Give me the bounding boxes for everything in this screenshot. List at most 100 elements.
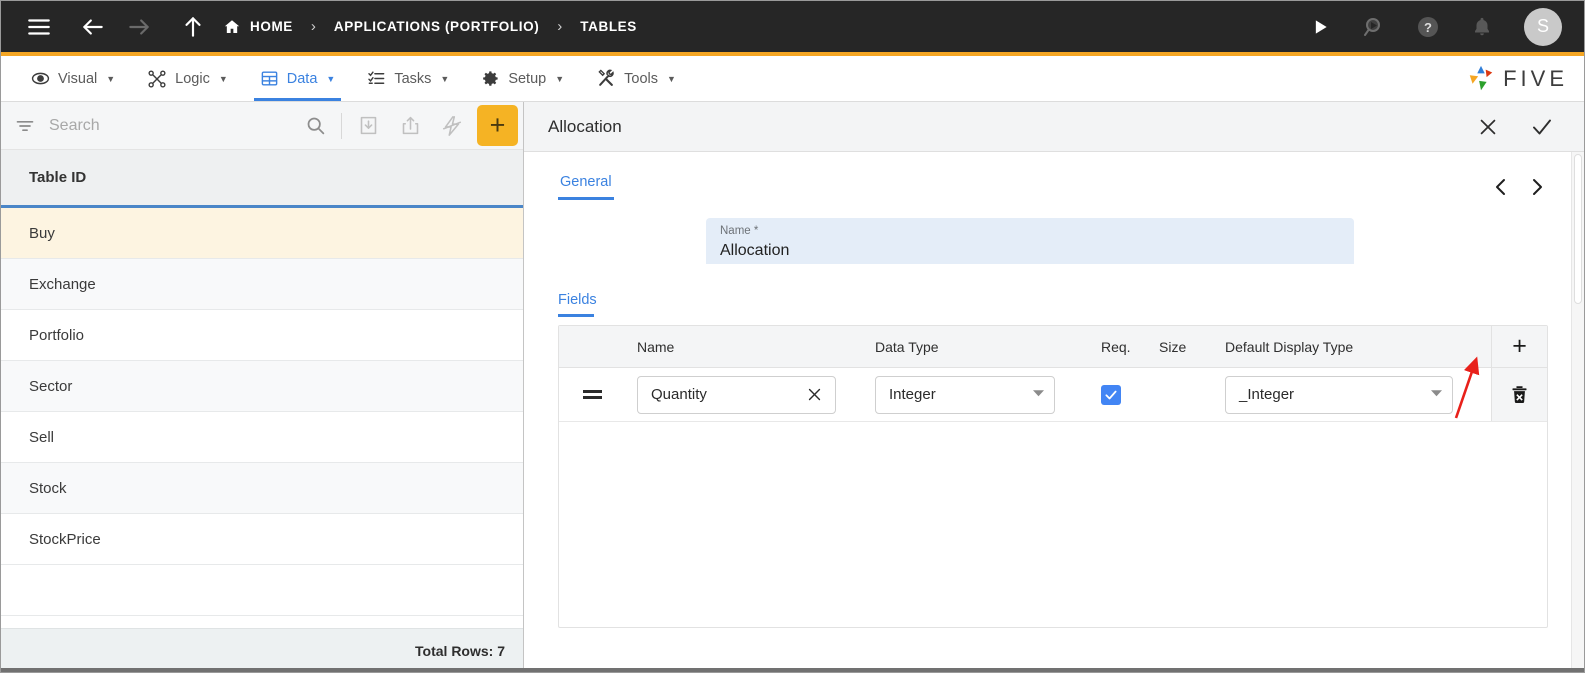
column-header-default-display-type: Default Display Type: [1225, 338, 1354, 355]
user-avatar[interactable]: S: [1524, 7, 1562, 46]
menu-item-logic[interactable]: Logic ▼: [131, 56, 244, 101]
import-icon[interactable]: [347, 105, 389, 147]
menu-item-visual[interactable]: Visual ▼: [15, 56, 131, 101]
total-rows-footer: Total Rows: 7: [1, 628, 523, 672]
menu-label: Logic: [175, 70, 210, 87]
up-arrow-icon[interactable]: [173, 7, 213, 47]
export-icon[interactable]: [389, 105, 431, 147]
close-icon[interactable]: [1468, 107, 1508, 147]
default-display-type-select[interactable]: _Integer: [1225, 375, 1453, 414]
scrollbar-thumb[interactable]: [1574, 154, 1582, 304]
search-icon[interactable]: [294, 105, 336, 147]
search-input[interactable]: [49, 116, 294, 135]
add-table-button[interactable]: +: [477, 105, 518, 146]
main-content: + Table ID Buy Exchange Portfolio Sector…: [1, 102, 1584, 672]
table-row: Quantity Integer _Integer: [559, 368, 1547, 422]
main-menu-bar: Visual ▼ Logic ▼ Data ▼ Tasks ▼ Setup ▼ …: [1, 56, 1584, 102]
menu-label: Tools: [624, 70, 658, 87]
quick-action-icon[interactable]: [431, 105, 473, 147]
search-debug-icon[interactable]: [1354, 7, 1394, 47]
drag-handle-glyph: [582, 390, 602, 399]
notifications-bell-icon[interactable]: [1462, 7, 1502, 47]
breadcrumb-item-tables[interactable]: TABLES: [580, 19, 637, 34]
chevron-down-icon: ▼: [667, 73, 676, 84]
filter-icon[interactable]: [15, 116, 49, 136]
tools-icon: [596, 68, 616, 89]
default-display-type-cell: _Integer: [1213, 375, 1491, 414]
column-header-data-type: Data Type: [875, 338, 939, 355]
clear-icon[interactable]: [802, 386, 827, 403]
chevron-down-icon: [1431, 389, 1442, 400]
five-logo: FIVE: [1466, 64, 1584, 94]
avatar-initial: S: [1536, 16, 1549, 36]
field-name-cell: Quantity: [625, 375, 863, 414]
window-bottom-edge: [1, 668, 1584, 672]
run-icon[interactable]: [1300, 7, 1340, 47]
default-display-type-value: _Integer: [1239, 386, 1295, 403]
chevron-down-icon: ▼: [440, 73, 450, 84]
total-rows-label: Total Rows: 7: [415, 642, 505, 659]
plus-icon: +: [1512, 332, 1527, 360]
help-icon[interactable]: ?: [1408, 7, 1448, 47]
breadcrumb-item-applications[interactable]: APPLICATIONS (PORTFOLIO): [334, 19, 539, 34]
menu-item-tools[interactable]: Tools ▼: [580, 56, 692, 101]
breadcrumb-label: APPLICATIONS (PORTFOLIO): [333, 19, 540, 34]
data-type-cell: Integer: [863, 375, 1091, 414]
hamburger-menu-icon[interactable]: [19, 7, 59, 47]
tables-sidebar: + Table ID Buy Exchange Portfolio Sector…: [1, 102, 524, 672]
brand-name: FIVE: [1503, 65, 1568, 91]
forward-arrow-icon[interactable]: [119, 7, 159, 47]
svg-text:?: ?: [1424, 20, 1432, 35]
table-name: StockPrice: [29, 530, 101, 548]
chevron-right-icon[interactable]: [1526, 176, 1548, 198]
name-field-wrapper: Name * Allocation: [558, 218, 1548, 264]
menu-item-tasks[interactable]: Tasks ▼: [351, 56, 465, 101]
panel-body: General Name * Allocation Fields Name Da…: [524, 152, 1584, 672]
table-name: Exchange: [29, 275, 96, 293]
task-list-icon: [367, 69, 386, 88]
breadcrumb-label: TABLES: [580, 19, 637, 34]
confirm-save-icon[interactable]: [1522, 107, 1562, 147]
field-name-input[interactable]: Quantity: [637, 375, 836, 414]
chevron-left-icon[interactable]: [1490, 176, 1512, 198]
list-item-sell[interactable]: Sell: [1, 412, 523, 463]
fields-table: Name Data Type Req. Size Default Display…: [558, 325, 1548, 628]
list-item-buy[interactable]: Buy: [1, 208, 523, 259]
menu-item-data[interactable]: Data ▼: [244, 56, 352, 101]
application-window: HOME › APPLICATIONS (PORTFOLIO) › TABLES: [0, 0, 1585, 673]
list-item-exchange[interactable]: Exchange: [1, 259, 523, 310]
column-header-name: Name: [637, 338, 675, 355]
delete-icon[interactable]: [1509, 384, 1530, 405]
data-type-select[interactable]: Integer: [875, 375, 1055, 414]
record-navigation: [1490, 174, 1548, 198]
drag-handle-icon[interactable]: [559, 390, 625, 399]
list-item-portfolio[interactable]: Portfolio: [1, 310, 523, 361]
column-header-req: Req.: [1101, 338, 1131, 355]
list-item-stockprice[interactable]: StockPrice: [1, 514, 523, 565]
tab-general[interactable]: General: [558, 174, 614, 200]
fields-label-text: Fields: [558, 292, 597, 308]
chevron-down-icon: ▼: [326, 73, 336, 84]
required-cell: [1091, 384, 1151, 405]
add-field-button[interactable]: +: [1512, 334, 1527, 359]
table-name: Sector: [29, 377, 73, 395]
menubar-spacer: [692, 56, 1466, 101]
name-field[interactable]: Name * Allocation: [706, 218, 1354, 264]
table-column-header[interactable]: Table ID: [1, 150, 523, 208]
panel-header: Allocation: [524, 102, 1584, 152]
panel-tabs: General: [558, 152, 1548, 200]
list-item-empty: [1, 565, 523, 616]
nodes-icon: [147, 69, 167, 89]
list-item-stock[interactable]: Stock: [1, 463, 523, 514]
page-title: Allocation: [548, 116, 622, 136]
panel-scrollbar[interactable]: [1571, 152, 1584, 672]
list-item-sector[interactable]: Sector: [1, 361, 523, 412]
breadcrumb-item-home[interactable]: HOME: [223, 18, 293, 36]
required-checkbox[interactable]: [1101, 384, 1121, 405]
menu-label: Data: [286, 70, 318, 87]
fields-section-label[interactable]: Fields: [558, 292, 597, 317]
chevron-down-icon: ▼: [555, 73, 565, 84]
menu-item-setup[interactable]: Setup ▼: [465, 56, 580, 101]
breadcrumb-separator: ›: [310, 18, 316, 35]
back-arrow-icon[interactable]: [73, 7, 113, 47]
